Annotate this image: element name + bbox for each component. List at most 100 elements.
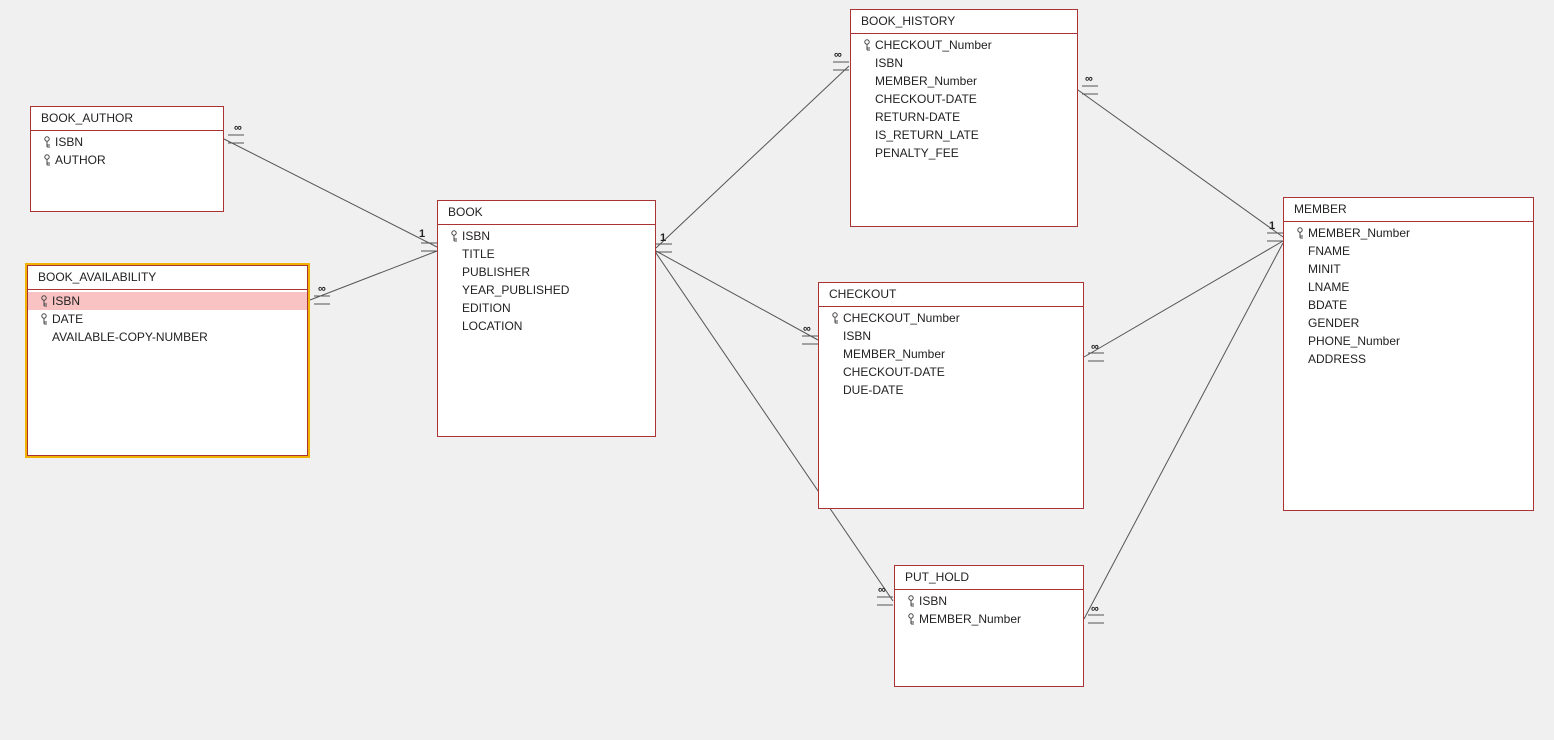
table-field[interactable]: BDATE	[1284, 296, 1533, 314]
field-name: CHECKOUT_Number	[843, 311, 960, 325]
table-field[interactable]: ISBN	[31, 133, 223, 151]
cardinality-label: ∞	[234, 122, 242, 134]
field-name: ISBN	[55, 135, 83, 149]
key-cell	[903, 595, 919, 607]
table-field[interactable]: MEMBER_Number	[895, 610, 1083, 628]
table-field[interactable]: CHECKOUT-DATE	[819, 363, 1083, 381]
table-field[interactable]: EDITION	[438, 299, 655, 317]
field-name: ISBN	[875, 56, 903, 70]
table-field[interactable]: MEMBER_Number	[1284, 224, 1533, 242]
cardinality-label: ∞	[834, 49, 842, 61]
table-field[interactable]: RETURN-DATE	[851, 108, 1077, 126]
primary-key-icon	[42, 136, 52, 148]
table-checkout[interactable]: CHECKOUT CHECKOUT_Number ISBN MEMBER_Number…	[818, 282, 1084, 509]
field-name: MEMBER_Number	[919, 612, 1021, 626]
field-name: FNAME	[1308, 244, 1350, 258]
field-name: MEMBER_Number	[875, 74, 977, 88]
table-field[interactable]: GENDER	[1284, 314, 1533, 332]
primary-key-icon	[42, 154, 52, 166]
table-field[interactable]: LOCATION	[438, 317, 655, 335]
table-title: BOOK_HISTORY	[851, 10, 1077, 34]
primary-key-icon	[830, 312, 840, 324]
field-name: PHONE_Number	[1308, 334, 1400, 348]
table-field[interactable]: DUE-DATE	[819, 381, 1083, 399]
primary-key-icon	[449, 230, 459, 242]
cardinality-label: ∞	[1091, 341, 1099, 353]
key-cell	[39, 136, 55, 148]
primary-key-icon	[39, 295, 49, 307]
key-cell	[36, 313, 52, 325]
table-field[interactable]: MINIT	[1284, 260, 1533, 278]
table-book-availability[interactable]: BOOK_AVAILABILITY ISBN DATE AVAILABLE-COPY-…	[27, 265, 308, 456]
field-name: DATE	[52, 312, 83, 326]
key-cell	[859, 39, 875, 51]
field-name: CHECKOUT-DATE	[843, 365, 945, 379]
field-name: TITLE	[462, 247, 495, 261]
field-name: MEMBER_Number	[843, 347, 945, 361]
cardinality-label: ∞	[1085, 73, 1093, 85]
cardinality-label: ∞	[1091, 603, 1099, 615]
table-field[interactable]: ISBN	[28, 292, 307, 310]
field-name: LOCATION	[462, 319, 522, 333]
field-name: CHECKOUT-DATE	[875, 92, 977, 106]
field-name: MEMBER_Number	[1308, 226, 1410, 240]
field-name: ISBN	[462, 229, 490, 243]
table-field[interactable]: PHONE_Number	[1284, 332, 1533, 350]
table-field[interactable]: CHECKOUT_Number	[851, 36, 1077, 54]
table-field[interactable]: MEMBER_Number	[851, 72, 1077, 90]
table-field[interactable]: ADDRESS	[1284, 350, 1533, 368]
table-book[interactable]: BOOKISBNTITLEPUBLISHERYEAR_PUBLISHEDEDIT…	[437, 200, 656, 437]
table-field[interactable]: PUBLISHER	[438, 263, 655, 281]
cardinality-label: ∞	[318, 283, 326, 295]
field-name: AUTHOR	[55, 153, 106, 167]
table-title: CHECKOUT	[819, 283, 1083, 307]
table-field[interactable]: AUTHOR	[31, 151, 223, 169]
key-cell	[827, 312, 843, 324]
table-field[interactable]: ISBN	[438, 227, 655, 245]
key-cell	[903, 613, 919, 625]
table-field[interactable]: LNAME	[1284, 278, 1533, 296]
field-name: EDITION	[462, 301, 511, 315]
key-cell	[36, 295, 52, 307]
relationship-diagram[interactable]: ∞ 1 ∞ 1 ∞ ∞ ∞ ∞ 1 ∞ ∞ BOOK_AUTHORISBNAUT…	[0, 0, 1554, 740]
table-put-hold[interactable]: PUT_HOLD ISBN MEMBER_Number	[894, 565, 1084, 687]
table-field[interactable]: ISBN	[819, 327, 1083, 345]
field-name: YEAR_PUBLISHED	[462, 283, 569, 297]
field-name: GENDER	[1308, 316, 1359, 330]
table-title: BOOK_AVAILABILITY	[28, 266, 307, 290]
table-book-author[interactable]: BOOK_AUTHOR ISBN AUTHOR	[30, 106, 224, 212]
table-field[interactable]: YEAR_PUBLISHED	[438, 281, 655, 299]
table-book-history[interactable]: BOOK_HISTORY CHECKOUT_Number ISBN MEMBER_Nu…	[850, 9, 1078, 227]
cardinality-label: 1	[419, 228, 425, 240]
field-name: IS_RETURN_LATE	[875, 128, 979, 142]
primary-key-icon	[862, 39, 872, 51]
primary-key-icon	[39, 313, 49, 325]
table-field[interactable]: TITLE	[438, 245, 655, 263]
table-field[interactable]: ISBN	[851, 54, 1077, 72]
field-name: ADDRESS	[1308, 352, 1366, 366]
field-name: DUE-DATE	[843, 383, 903, 397]
field-name: CHECKOUT_Number	[875, 38, 992, 52]
cardinality-label: ∞	[803, 323, 811, 335]
table-field[interactable]: FNAME	[1284, 242, 1533, 260]
key-cell	[446, 230, 462, 242]
key-cell	[39, 154, 55, 166]
table-field[interactable]: CHECKOUT-DATE	[851, 90, 1077, 108]
table-field[interactable]: IS_RETURN_LATE	[851, 126, 1077, 144]
table-title: BOOK_AUTHOR	[31, 107, 223, 131]
table-member[interactable]: MEMBERMEMBER_NumberFNAMEMINITLNAMEBDATEG…	[1283, 197, 1534, 511]
table-field[interactable]: CHECKOUT_Number	[819, 309, 1083, 327]
table-field[interactable]: MEMBER_Number	[819, 345, 1083, 363]
table-field[interactable]: ISBN	[895, 592, 1083, 610]
field-name: ISBN	[919, 594, 947, 608]
table-field[interactable]: PENALTY_FEE	[851, 144, 1077, 162]
table-field[interactable]: DATE	[28, 310, 307, 328]
table-field[interactable]: AVAILABLE-COPY-NUMBER	[28, 328, 307, 346]
cardinality-label: 1	[660, 232, 666, 244]
field-name: PENALTY_FEE	[875, 146, 959, 160]
field-name: PUBLISHER	[462, 265, 530, 279]
table-title: PUT_HOLD	[895, 566, 1083, 590]
field-name: AVAILABLE-COPY-NUMBER	[52, 330, 208, 344]
field-name: BDATE	[1308, 298, 1347, 312]
field-name: MINIT	[1308, 262, 1341, 276]
